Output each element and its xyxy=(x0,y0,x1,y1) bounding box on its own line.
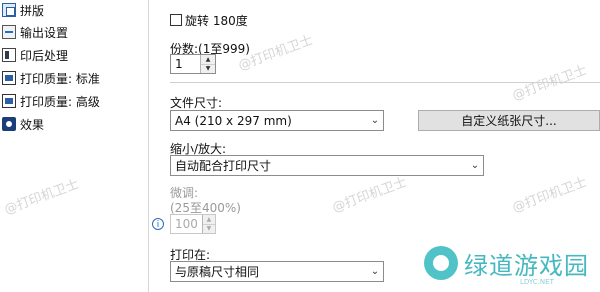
print-quality-icon xyxy=(2,71,16,85)
paper-size-select[interactable]: A4 (210 x 297 mm) ⌄ xyxy=(170,110,384,131)
sidebar-item-print-quality-standard[interactable]: 打印质量: 标准 xyxy=(2,68,100,88)
sidebar-item-output-settings[interactable]: 输出设置 xyxy=(2,22,68,42)
sidebar-item-post-processing[interactable]: 印后处理 xyxy=(2,45,68,65)
output-settings-icon xyxy=(2,25,16,39)
scale-value: 自动配合打印尺寸 xyxy=(175,159,272,173)
rotate-label: 旋转 180度 xyxy=(185,14,248,28)
sidebar-item-label: 输出设置 xyxy=(20,25,69,40)
watermark: @打印机卫士 xyxy=(510,174,589,216)
paper-size-label: 文件尺寸: xyxy=(170,96,223,110)
custom-paper-size-button[interactable]: 自定义纸张尺寸... xyxy=(418,110,600,131)
post-processing-icon xyxy=(2,48,16,62)
effects-icon xyxy=(2,117,16,131)
sidebar-item-label: 拼版 xyxy=(20,3,45,18)
paper-size-value: A4 (210 x 297 mm) xyxy=(175,113,292,128)
sidebar: 拼版 输出设置 印后处理 打印质量: 标准 打印质量: 高级 效果 xyxy=(0,0,148,292)
increment-arrow-icon[interactable]: ▲ xyxy=(202,215,215,224)
increment-arrow-icon[interactable]: ▲ xyxy=(201,55,215,64)
print-on-select[interactable]: 与原稿尺寸相同 ⌄ xyxy=(170,261,384,282)
sidebar-item-label: 印后处理 xyxy=(20,48,69,63)
copies-stepper[interactable]: 1 ▲ ▼ xyxy=(170,54,216,74)
chevron-down-icon: ⌄ xyxy=(370,115,380,126)
fine-tune-value: 100 xyxy=(175,217,198,231)
sidebar-item-label: 打印质量: 标准 xyxy=(20,71,100,86)
site-logo: 绿道游戏园 LDYC.NET xyxy=(424,244,600,292)
fine-tune-stepper[interactable]: 100 ▲ ▼ xyxy=(170,214,216,234)
sidebar-divider xyxy=(148,0,149,292)
logo-subtext: LDYC.NET xyxy=(520,278,554,286)
sidebar-item-label: 效果 xyxy=(20,117,45,132)
chevron-down-icon: ⌄ xyxy=(470,160,480,171)
print-quality-icon xyxy=(2,94,16,108)
sidebar-item-effects[interactable]: 效果 xyxy=(2,114,44,134)
decrement-arrow-icon[interactable]: ▼ xyxy=(202,223,215,233)
logo-text: 绿道游戏园 xyxy=(464,252,589,280)
layout-icon xyxy=(2,3,16,17)
section-divider xyxy=(170,82,600,83)
rotate-checkbox[interactable] xyxy=(170,14,182,26)
logo-mark-icon xyxy=(424,246,458,280)
print-on-value: 与原稿尺寸相同 xyxy=(175,265,260,279)
chevron-down-icon: ⌄ xyxy=(370,266,380,277)
decrement-arrow-icon[interactable]: ▼ xyxy=(201,63,215,73)
info-icon[interactable]: i xyxy=(152,218,164,230)
sidebar-item-label: 打印质量: 高级 xyxy=(20,94,100,109)
scale-select[interactable]: 自动配合打印尺寸 ⌄ xyxy=(170,155,484,176)
watermark: @打印机卫士 xyxy=(330,174,409,216)
sidebar-item-print-quality-advanced[interactable]: 打印质量: 高级 xyxy=(2,91,100,111)
copies-value: 1 xyxy=(175,57,183,71)
sidebar-item-layout[interactable]: 拼版 xyxy=(2,0,44,20)
